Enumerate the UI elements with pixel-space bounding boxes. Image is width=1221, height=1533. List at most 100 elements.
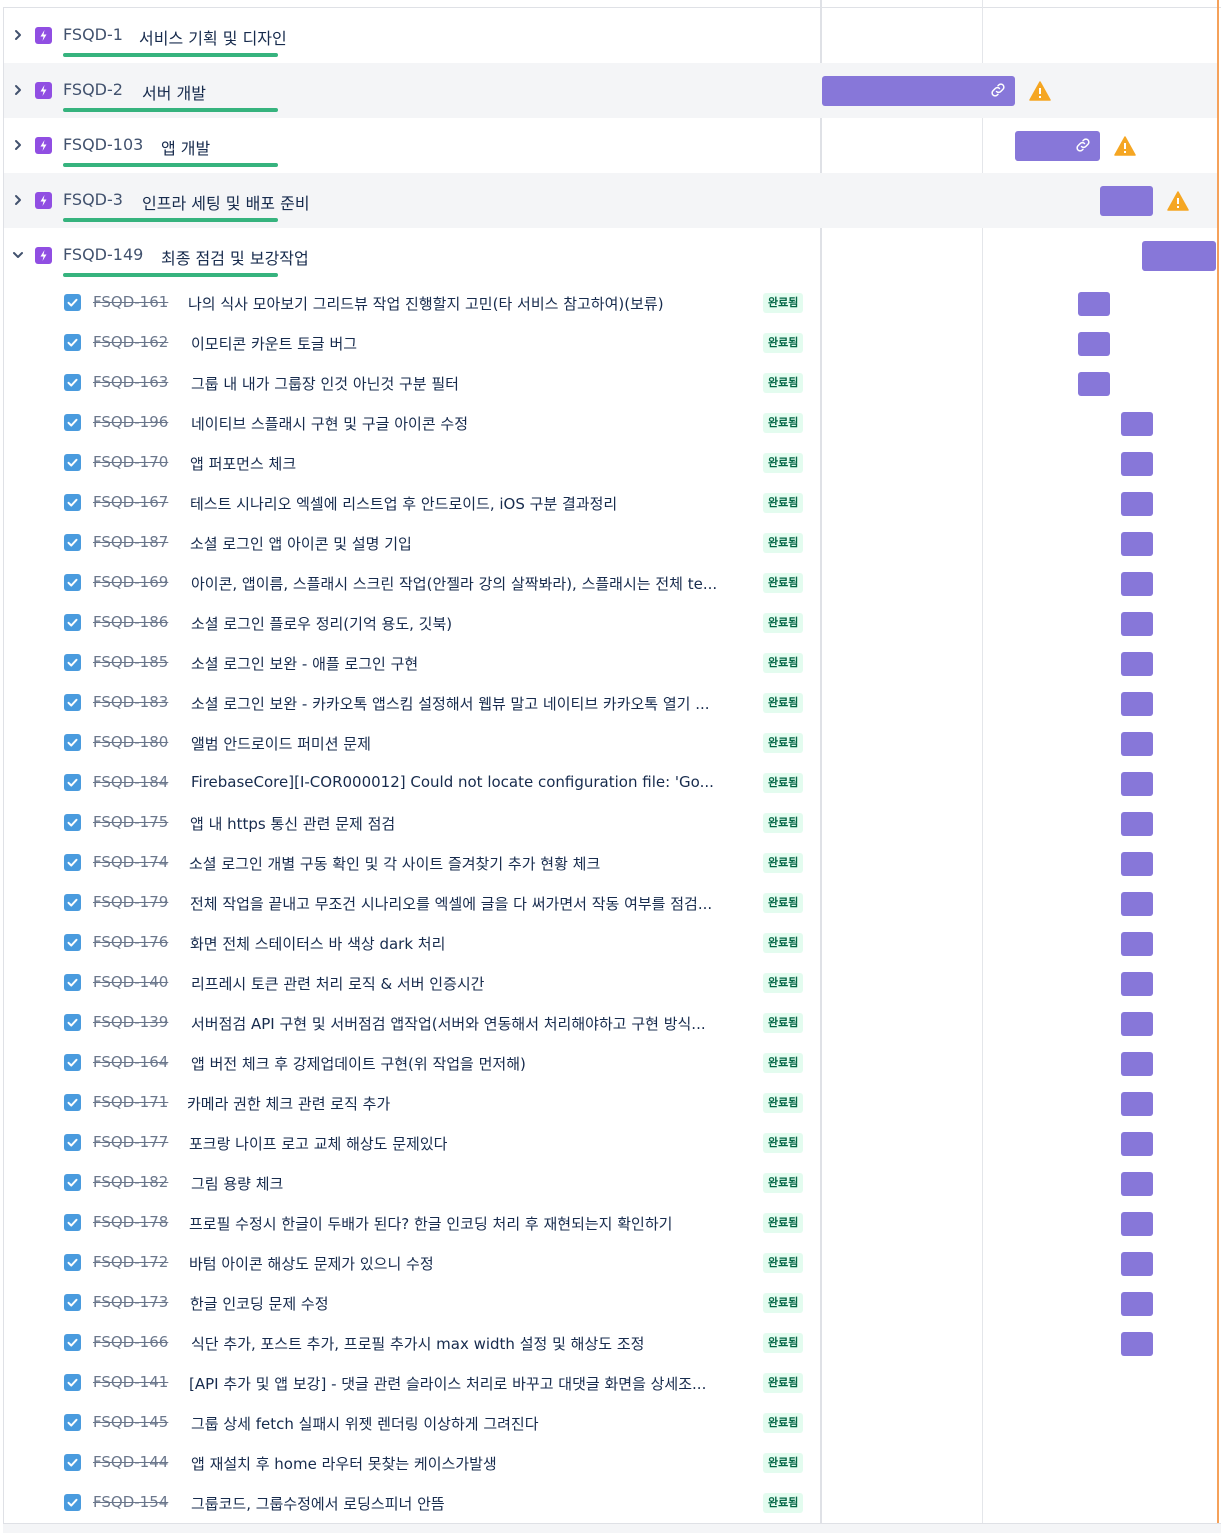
child-timeline-bar[interactable] [1121, 852, 1153, 876]
child-issue-summary[interactable]: 이모티콘 카운트 토글 버그 [191, 333, 357, 354]
child-issue-summary[interactable]: 서버점검 API 구현 및 서버점검 앱작업(서버와 연동해서 처리해야하고 구… [191, 1013, 706, 1034]
child-issue-key-link[interactable]: FSQD-171 [93, 1093, 168, 1111]
child-issue-key-link[interactable]: FSQD-170 [93, 453, 168, 471]
epic-timeline-bar[interactable] [1100, 186, 1153, 216]
status-badge[interactable]: 완료됨 [763, 1493, 804, 1513]
child-timeline-bar[interactable] [1121, 1252, 1153, 1276]
chevron-right-icon[interactable] [12, 27, 24, 43]
child-issue-row[interactable]: FSQD-183 소셜 로그인 보완 - 카카오톡 앱스킴 설정해서 웹뷰 말고 … [4, 683, 1217, 723]
status-badge[interactable]: 완료됨 [763, 1213, 804, 1233]
child-timeline-bar[interactable] [1121, 612, 1153, 636]
child-issue-summary[interactable]: 그룹 내 내가 그룹장 인것 아닌것 구분 필터 [191, 373, 459, 394]
status-badge[interactable]: 완료됨 [763, 1373, 804, 1393]
child-issue-key-link[interactable]: FSQD-145 [93, 1413, 168, 1431]
child-issue-row[interactable]: FSQD-140 리프레시 토큰 관련 처리 로직 & 서버 인증시간 완료됨 [4, 963, 1217, 1003]
warning-icon[interactable] [1029, 81, 1051, 101]
chevron-right-icon[interactable] [12, 137, 24, 153]
child-issue-key-link[interactable]: FSQD-176 [93, 933, 168, 951]
status-badge[interactable]: 완료됨 [763, 613, 804, 633]
child-issue-summary[interactable]: 바텀 아이콘 해상도 문제가 있으니 수정 [189, 1253, 434, 1274]
status-badge[interactable]: 완료됨 [763, 973, 804, 993]
child-issue-row[interactable]: FSQD-154 그룹코드, 그룹수정에서 로딩스피너 안뜸 완료됨 [4, 1483, 1217, 1523]
child-issue-key-link[interactable]: FSQD-196 [93, 413, 168, 431]
status-badge[interactable]: 완료됨 [763, 1253, 804, 1273]
child-issue-key-link[interactable]: FSQD-169 [93, 573, 168, 591]
child-timeline-bar[interactable] [1078, 332, 1110, 356]
epic-key-link[interactable]: FSQD-149 [63, 245, 143, 264]
status-badge[interactable]: 완료됨 [763, 1173, 804, 1193]
child-issue-summary[interactable]: 네이티브 스플래시 구현 및 구글 아이콘 수정 [191, 413, 468, 434]
status-badge[interactable]: 완료됨 [763, 453, 804, 473]
status-badge[interactable]: 완료됨 [763, 893, 804, 913]
status-badge[interactable]: 완료됨 [763, 653, 804, 673]
child-issue-row[interactable]: FSQD-169 아이콘, 앱이름, 스플래시 스크린 작업(안젤라 강의 살짝봐… [4, 563, 1217, 603]
child-issue-row[interactable]: FSQD-175 앱 내 https 통신 관련 문제 점검 완료됨 [4, 803, 1217, 843]
status-badge[interactable]: 완료됨 [763, 373, 804, 393]
child-issue-row[interactable]: FSQD-141 [API 추가 및 앱 보강] - 댓글 관련 슬라이스 처리로… [4, 1363, 1217, 1403]
status-badge[interactable]: 완료됨 [763, 1293, 804, 1313]
child-timeline-bar[interactable] [1121, 492, 1153, 516]
child-issue-key-link[interactable]: FSQD-174 [93, 853, 168, 871]
status-badge[interactable]: 완료됨 [763, 573, 804, 593]
child-issue-key-link[interactable]: FSQD-140 [93, 973, 168, 991]
child-issue-row[interactable]: FSQD-179 전체 작업을 끝내고 무조건 시나리오를 엑셀에 글을 다 써가… [4, 883, 1217, 923]
child-issue-key-link[interactable]: FSQD-172 [93, 1253, 168, 1271]
child-issue-row[interactable]: FSQD-163 그룹 내 내가 그룹장 인것 아닌것 구분 필터 완료됨 [4, 363, 1217, 403]
epic-timeline-bar[interactable] [822, 76, 1015, 106]
epic-key-link[interactable]: FSQD-2 [63, 80, 123, 99]
child-issue-summary[interactable]: 한글 인코딩 문제 수정 [190, 1293, 329, 1314]
status-badge[interactable]: 완료됨 [763, 1333, 804, 1353]
status-badge[interactable]: 완료됨 [763, 1413, 804, 1433]
epic-summary[interactable]: 최종 점검 및 보강작업 [161, 245, 309, 269]
child-issue-summary[interactable]: 소셜 로그인 앱 아이콘 및 설명 기입 [190, 533, 412, 554]
child-timeline-bar[interactable] [1121, 452, 1153, 476]
child-issue-summary[interactable]: 앱 내 https 통신 관련 문제 점검 [190, 813, 395, 834]
child-timeline-bar[interactable] [1121, 572, 1153, 596]
child-issue-summary[interactable]: 그림 용량 체크 [191, 1173, 283, 1194]
child-issue-row[interactable]: FSQD-162 이모티콘 카운트 토글 버그 완료됨 [4, 323, 1217, 363]
status-badge[interactable]: 완료됨 [763, 1453, 804, 1473]
status-badge[interactable]: 완료됨 [763, 733, 804, 753]
epic-row[interactable]: FSQD-149 최종 점검 및 보강작업 [4, 228, 1217, 283]
child-issue-key-link[interactable]: FSQD-141 [93, 1373, 168, 1391]
child-timeline-bar[interactable] [1078, 292, 1110, 316]
child-issue-key-link[interactable]: FSQD-175 [93, 813, 168, 831]
epic-summary[interactable]: 서비스 기획 및 디자인 [139, 25, 287, 49]
child-issue-summary[interactable]: 식단 추가, 포스트 추가, 프로필 추가시 max width 설정 및 해상… [191, 1333, 644, 1354]
child-issue-row[interactable]: FSQD-184 FirebaseCore][I-COR000012] Could… [4, 763, 1217, 803]
epic-key-link[interactable]: FSQD-103 [63, 135, 143, 154]
child-issue-summary[interactable]: 포크랑 나이프 로고 교체 해상도 문제있다 [189, 1133, 447, 1154]
child-issue-row[interactable]: FSQD-176 화면 전체 스테이터스 바 색상 dark 처리 완료됨 [4, 923, 1217, 963]
child-issue-summary[interactable]: 테스트 시나리오 엑셀에 리스트업 후 안드로이드, iOS 구분 결과정리 [190, 493, 617, 514]
child-issue-key-link[interactable]: FSQD-183 [93, 693, 168, 711]
child-timeline-bar[interactable] [1121, 1172, 1153, 1196]
child-issue-key-link[interactable]: FSQD-162 [93, 333, 168, 351]
epic-summary[interactable]: 인프라 세팅 및 배포 준비 [142, 190, 310, 214]
child-issue-summary[interactable]: 나의 식사 모아보기 그리드뷰 작업 진행할지 고민(타 서비스 참고하여)(보… [188, 293, 664, 314]
child-issue-row[interactable]: FSQD-178 프로필 수정시 한글이 두배가 된다? 한글 인코딩 처리 후 … [4, 1203, 1217, 1243]
child-issue-key-link[interactable]: FSQD-154 [93, 1493, 168, 1511]
child-issue-row[interactable]: FSQD-166 식단 추가, 포스트 추가, 프로필 추가시 max width… [4, 1323, 1217, 1363]
child-issue-key-link[interactable]: FSQD-185 [93, 653, 168, 671]
child-issue-key-link[interactable]: FSQD-179 [93, 893, 168, 911]
epic-key-link[interactable]: FSQD-3 [63, 190, 123, 209]
child-issue-summary[interactable]: 아이콘, 앱이름, 스플래시 스크린 작업(안젤라 강의 살짝봐라), 스플래시… [191, 573, 717, 594]
status-badge[interactable]: 완료됨 [763, 933, 804, 953]
child-issue-key-link[interactable]: FSQD-182 [93, 1173, 168, 1191]
child-issue-row[interactable]: FSQD-170 앱 퍼포먼스 체크 완료됨 [4, 443, 1217, 483]
child-timeline-bar[interactable] [1121, 1292, 1153, 1316]
child-issue-summary[interactable]: FirebaseCore][I-COR000012] Could not loc… [191, 773, 714, 791]
child-issue-key-link[interactable]: FSQD-186 [93, 613, 168, 631]
child-issue-row[interactable]: FSQD-145 그룹 상세 fetch 실패시 위젯 렌더링 이상하게 그려진다… [4, 1403, 1217, 1443]
child-issue-row[interactable]: FSQD-171 카메라 권한 체크 관련 로직 추가 완료됨 [4, 1083, 1217, 1123]
child-issue-summary[interactable]: 그룹코드, 그룹수정에서 로딩스피너 안뜸 [191, 1493, 445, 1514]
child-issue-row[interactable]: FSQD-177 포크랑 나이프 로고 교체 해상도 문제있다 완료됨 [4, 1123, 1217, 1163]
child-timeline-bar[interactable] [1121, 932, 1153, 956]
epic-timeline-bar[interactable] [1142, 241, 1216, 271]
child-timeline-bar[interactable] [1121, 732, 1153, 756]
child-timeline-bar[interactable] [1121, 972, 1153, 996]
child-timeline-bar[interactable] [1121, 772, 1153, 796]
status-badge[interactable]: 완료됨 [763, 773, 804, 793]
child-timeline-bar[interactable] [1121, 892, 1153, 916]
child-issue-row[interactable]: FSQD-185 소셜 로그인 보완 - 애플 로그인 구현 완료됨 [4, 643, 1217, 683]
